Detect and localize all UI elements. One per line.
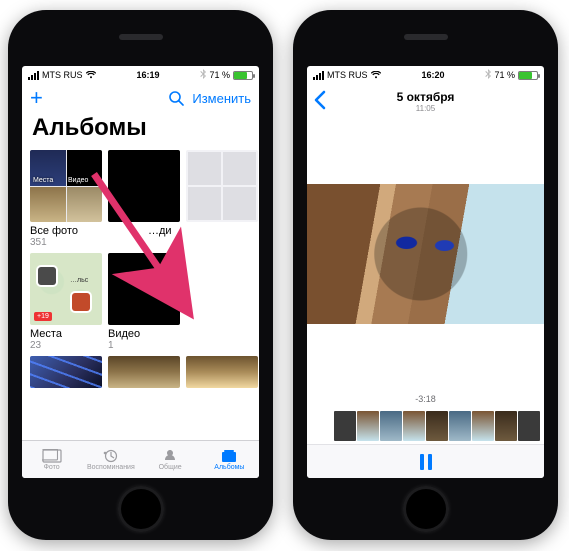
- phone-right: MTS RUS 16:20 71 %: [293, 10, 558, 540]
- tab-photos[interactable]: Фото: [22, 441, 81, 478]
- back-button[interactable]: [313, 90, 326, 116]
- status-bar: MTS RUS 16:20 71 %: [307, 66, 544, 84]
- tab-label: Фото: [44, 464, 60, 471]
- wifi-icon: [86, 71, 96, 79]
- add-button[interactable]: +: [30, 87, 43, 109]
- video-viewer[interactable]: [307, 118, 544, 390]
- album-name: Места: [30, 328, 102, 340]
- clock-label: 16:19: [136, 70, 159, 80]
- album-count: 23: [30, 340, 102, 351]
- photo-date: 5 октября: [307, 90, 544, 104]
- video-frame: [307, 184, 544, 324]
- album-name: …ди: [108, 225, 180, 237]
- album-name: Все фото: [30, 225, 102, 237]
- carrier-label: MTS RUS: [327, 70, 368, 80]
- tab-shared[interactable]: Общие: [141, 441, 200, 478]
- tab-bar: Фото Воспоминания Общие Альбомы: [22, 440, 259, 478]
- album-name: Видео: [108, 328, 180, 340]
- albums-grid[interactable]: Места Видео Все фото 351 …ди: [22, 150, 259, 440]
- nav-bar: 5 октября 11:05: [307, 84, 544, 118]
- tab-label: Воспоминания: [87, 464, 135, 471]
- battery-icon: [233, 71, 253, 80]
- battery-pct-label: 71 %: [494, 70, 515, 80]
- album-count: 351: [30, 237, 102, 248]
- status-bar: MTS RUS 16:19 71 %: [22, 66, 259, 84]
- album-partial[interactable]: [186, 356, 258, 388]
- tab-albums[interactable]: Альбомы: [200, 441, 259, 478]
- screen-right: MTS RUS 16:20 71 %: [307, 66, 544, 478]
- phone-left: MTS RUS 16:19 71 % +: [8, 10, 273, 540]
- playback-bar: [307, 444, 544, 478]
- edit-button[interactable]: Изменить: [192, 91, 251, 106]
- screen-left: MTS RUS 16:19 71 % +: [22, 66, 259, 478]
- tab-label: Общие: [159, 464, 182, 471]
- battery-pct-label: 71 %: [209, 70, 230, 80]
- signal-icon: [313, 71, 324, 80]
- album-all-photos[interactable]: Места Видео Все фото 351: [30, 150, 102, 248]
- pause-button[interactable]: [420, 454, 432, 470]
- thumb-overlay-label: Места: [33, 177, 53, 184]
- album-places[interactable]: +19 …льс Места 23: [30, 253, 102, 351]
- album-partial[interactable]: [108, 356, 180, 388]
- album-people[interactable]: …ди: [108, 150, 180, 248]
- thumb-overlay-label: Видео: [68, 177, 88, 184]
- album-count: 1: [108, 340, 180, 351]
- photo-time: 11:05: [307, 104, 544, 113]
- album-partial[interactable]: [30, 356, 102, 388]
- carrier-label: MTS RUS: [42, 70, 83, 80]
- page-title: Альбомы: [22, 112, 259, 150]
- wifi-icon: [371, 71, 381, 79]
- clock-label: 16:20: [421, 70, 444, 80]
- search-icon[interactable]: [168, 90, 184, 106]
- thumb-overlay-label: …льс: [70, 277, 88, 284]
- time-remaining: -3:18: [307, 394, 544, 404]
- album-empty[interactable]: [186, 150, 258, 248]
- signal-icon: [28, 71, 39, 80]
- album-videos[interactable]: Видео 1: [108, 253, 180, 351]
- video-scrubber[interactable]: [307, 408, 544, 444]
- bluetooth-icon: [200, 69, 206, 81]
- battery-icon: [518, 71, 538, 80]
- bluetooth-icon: [485, 69, 491, 81]
- nav-bar: + Изменить: [22, 84, 259, 112]
- tab-label: Альбомы: [214, 464, 244, 471]
- tab-memories[interactable]: Воспоминания: [81, 441, 140, 478]
